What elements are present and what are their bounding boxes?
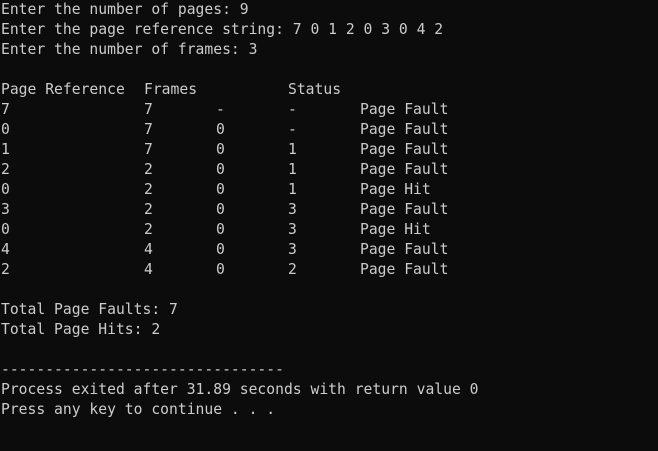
frame-1-cell: 4 — [144, 261, 153, 278]
frame-3-cell: 3 — [288, 201, 297, 218]
press-any-key-prompt: Press any key to continue . . . — [1, 401, 276, 418]
status-cell: Page Fault — [360, 141, 449, 158]
frame-2-cell: 0 — [216, 201, 225, 218]
status-cell: Page Fault — [360, 201, 449, 218]
frame-3-cell: 1 — [288, 141, 297, 158]
frame-2-cell: 0 — [216, 221, 225, 238]
prompt-number-of-pages: Enter the number of pages: 9 — [1, 1, 249, 18]
status-cell: Page Fault — [360, 161, 449, 178]
frame-1-cell: 7 — [144, 141, 153, 158]
table-row: 0 2 0 3 Page Hit — [1, 220, 658, 240]
frame-1-cell: 2 — [144, 181, 153, 198]
table-row: 7 7 - - Page Fault — [1, 100, 658, 120]
frame-2-cell: 0 — [216, 161, 225, 178]
page-reference-cell: 2 — [1, 161, 10, 178]
frame-1-cell: 7 — [144, 121, 153, 138]
frame-1-cell: 4 — [144, 241, 153, 258]
table-row: 2 2 0 1 Page Fault — [1, 160, 658, 180]
page-reference-cell: 7 — [1, 101, 10, 118]
header-page-reference: Page Reference — [1, 81, 125, 98]
frame-2-cell: 0 — [216, 141, 225, 158]
frame-1-cell: 2 — [144, 161, 153, 178]
header-frames: Frames — [144, 81, 198, 98]
process-exit-message: Process exited after 31.89 seconds with … — [1, 381, 479, 398]
page-reference-cell: 0 — [1, 181, 10, 198]
total-page-faults: Total Page Faults: 7 — [1, 301, 178, 318]
prompt-reference-string: Enter the page reference string: 7 0 1 2… — [1, 21, 444, 38]
status-cell: Page Fault — [360, 241, 449, 258]
frame-3-cell: - — [288, 101, 297, 118]
page-reference-cell: 0 — [1, 221, 10, 238]
status-cell: Page Fault — [360, 121, 449, 138]
console-window[interactable]: Enter the number of pages: 9 Enter the p… — [0, 0, 658, 451]
frame-3-cell: 3 — [288, 241, 297, 258]
header-status: Status — [288, 81, 342, 98]
table-row: 0 2 0 1 Page Hit — [1, 180, 658, 200]
prompt-number-of-frames: Enter the number of frames: 3 — [1, 41, 258, 58]
frame-2-cell: 0 — [216, 121, 225, 138]
frame-3-cell: - — [288, 121, 297, 138]
frame-2-cell: - — [216, 101, 225, 118]
total-page-hits: Total Page Hits: 2 — [1, 321, 161, 338]
table-row: 4 4 0 3 Page Fault — [1, 240, 658, 260]
frame-3-cell: 1 — [288, 181, 297, 198]
page-reference-cell: 3 — [1, 201, 10, 218]
frame-1-cell: 7 — [144, 101, 153, 118]
table-row: 2 4 0 2 Page Fault — [1, 260, 658, 280]
page-reference-cell: 4 — [1, 241, 10, 258]
table-row: 1 7 0 1 Page Fault — [1, 140, 658, 160]
status-cell: Page Hit — [360, 181, 431, 198]
page-reference-cell: 0 — [1, 121, 10, 138]
status-cell: Page Hit — [360, 221, 431, 238]
status-cell: Page Fault — [360, 101, 449, 118]
status-cell: Page Fault — [360, 261, 449, 278]
frame-2-cell: 0 — [216, 181, 225, 198]
frame-1-cell: 2 — [144, 221, 153, 238]
frame-1-cell: 2 — [144, 201, 153, 218]
table-row: 0 7 0 - Page Fault — [1, 120, 658, 140]
separator-line: -------------------------------- — [1, 361, 284, 378]
frame-3-cell: 3 — [288, 221, 297, 238]
table-row: 3 2 0 3 Page Fault — [1, 200, 658, 220]
frame-3-cell: 1 — [288, 161, 297, 178]
frame-2-cell: 0 — [216, 261, 225, 278]
frame-2-cell: 0 — [216, 241, 225, 258]
frame-3-cell: 2 — [288, 261, 297, 278]
page-reference-cell: 1 — [1, 141, 10, 158]
page-reference-cell: 2 — [1, 261, 10, 278]
table-header-row: Page Reference Frames Status — [1, 80, 658, 100]
